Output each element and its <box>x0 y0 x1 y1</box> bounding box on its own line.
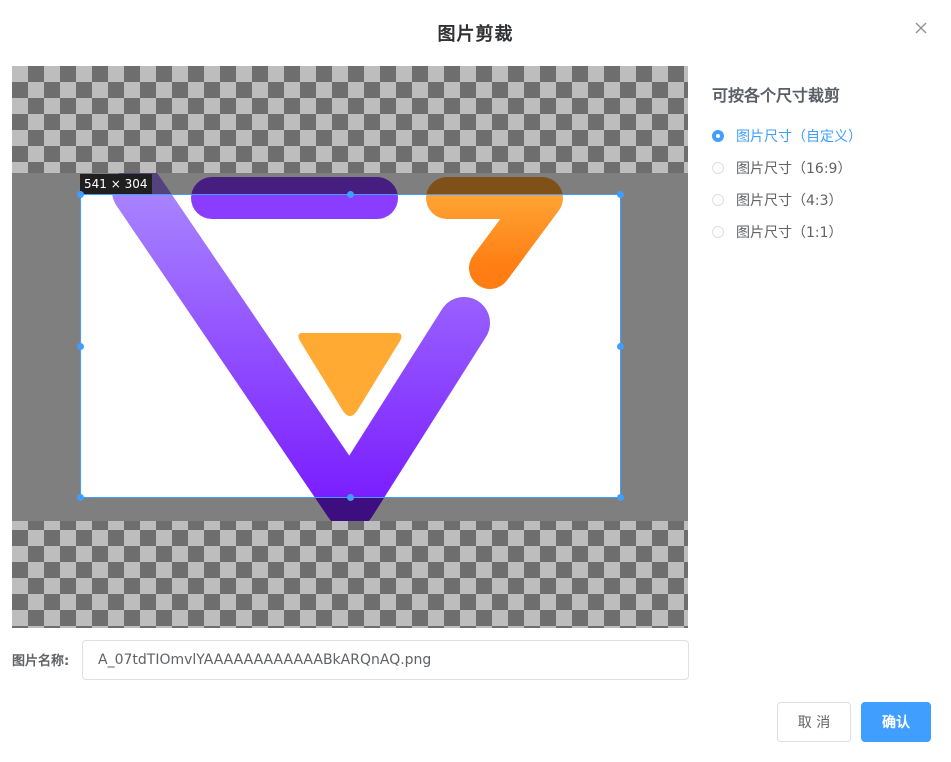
crop-handle-top-left[interactable] <box>77 191 84 198</box>
crop-ratio-panel: 可按各个尺寸裁剪 图片尺寸（自定义） 图片尺寸（16:9） 图片尺寸（4:3） … <box>712 82 932 248</box>
crop-canvas[interactable]: 541 × 304 <box>12 66 688 628</box>
radio-label: 图片尺寸（4:3） <box>736 193 843 209</box>
image-name-label: 图片名称: <box>12 654 70 669</box>
crop-dialog: 图片剪裁 541 × 304 可按各个尺寸裁剪 图片尺寸（自定义） 图片尺寸（1… <box>0 0 951 762</box>
radio-16-9[interactable]: 图片尺寸（16:9） <box>712 152 932 184</box>
radio-button[interactable] <box>712 194 724 206</box>
crop-handle-right[interactable] <box>617 343 624 350</box>
crop-ratio-title: 可按各个尺寸裁剪 <box>712 86 841 105</box>
radio-button[interactable] <box>712 162 724 174</box>
dialog-title: 图片剪裁 <box>437 24 514 45</box>
close-icon[interactable] <box>911 18 931 38</box>
confirm-button[interactable]: 确认 <box>861 702 931 742</box>
radio-4-3[interactable]: 图片尺寸（4:3） <box>712 184 932 216</box>
radio-custom[interactable]: 图片尺寸（自定义） <box>712 120 932 152</box>
radio-button[interactable] <box>712 226 724 238</box>
crop-handle-left[interactable] <box>77 343 84 350</box>
crop-handle-top-right[interactable] <box>617 191 624 198</box>
radio-label: 图片尺寸（1:1） <box>736 225 843 241</box>
crop-handle-bottom[interactable] <box>347 494 354 501</box>
cancel-button[interactable]: 取 消 <box>777 702 851 742</box>
crop-size-label: 541 × 304 <box>80 174 152 194</box>
crop-selection-box[interactable] <box>77 191 624 501</box>
image-name-input[interactable] <box>82 640 689 680</box>
radio-button[interactable] <box>712 130 724 142</box>
radio-label: 图片尺寸（自定义） <box>736 129 862 145</box>
radio-1-1[interactable]: 图片尺寸（1:1） <box>712 216 932 248</box>
crop-handle-bottom-left[interactable] <box>77 494 84 501</box>
radio-label: 图片尺寸（16:9） <box>736 161 852 177</box>
crop-handle-bottom-right[interactable] <box>617 494 624 501</box>
crop-handle-top[interactable] <box>347 191 354 198</box>
